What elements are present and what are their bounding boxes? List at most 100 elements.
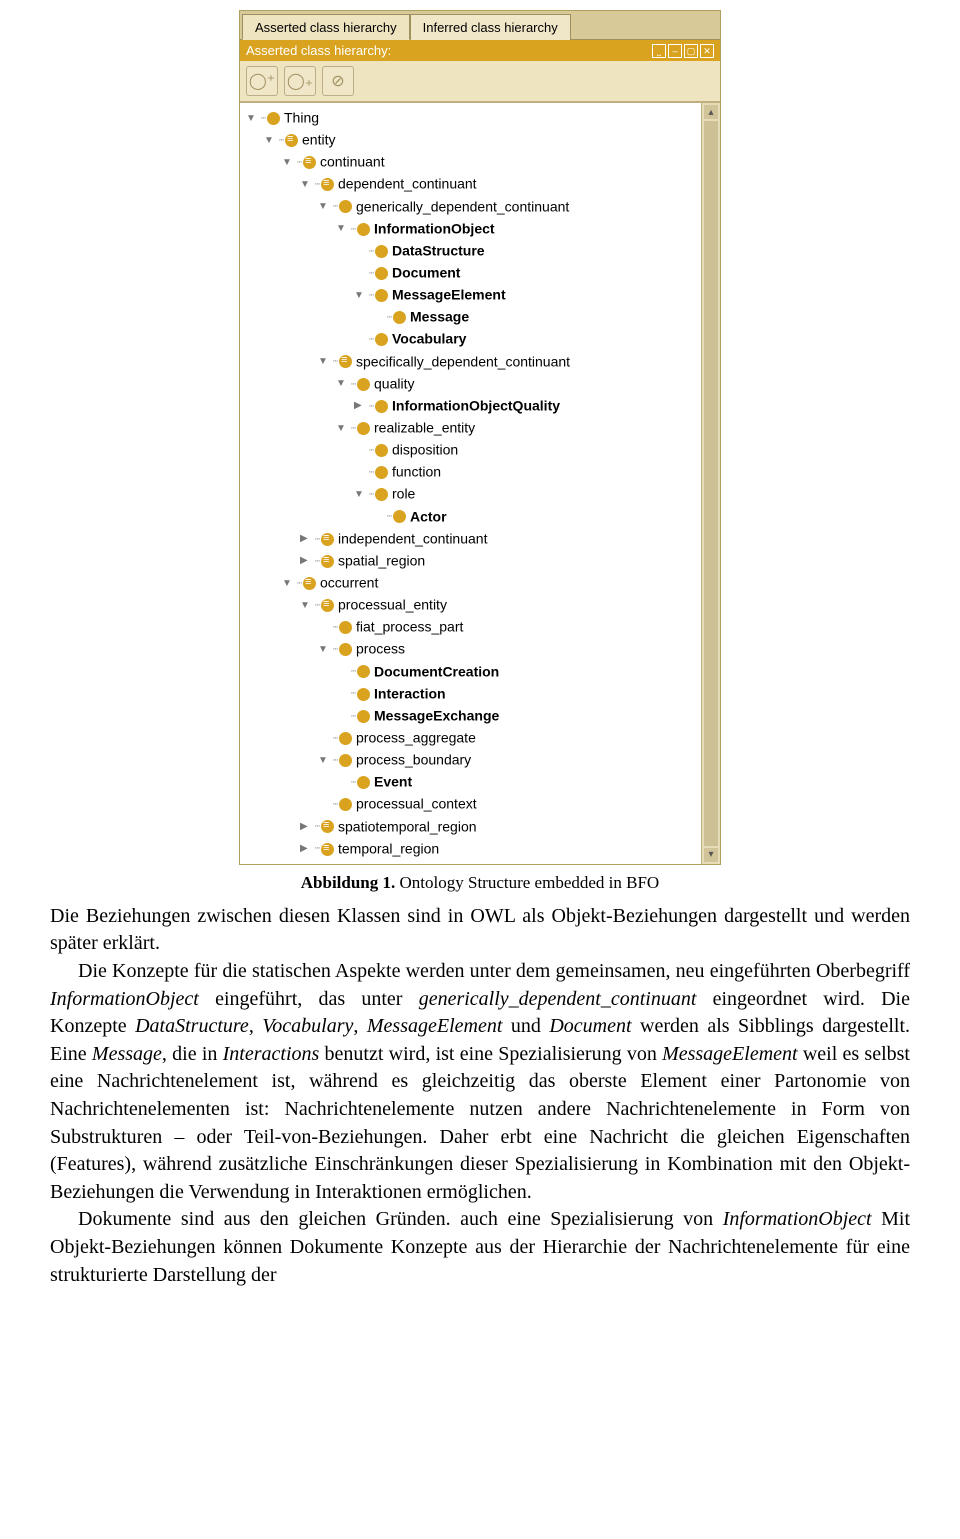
tree-node[interactable]: Interaction bbox=[374, 685, 446, 701]
chevron-down-icon[interactable]: ▼ bbox=[300, 598, 311, 614]
tree-node[interactable]: spatiotemporal_region bbox=[338, 818, 477, 834]
tree-node[interactable]: processual_context bbox=[356, 796, 477, 812]
chevron-down-icon[interactable]: ▼ bbox=[336, 376, 347, 392]
chevron-down-icon[interactable]: ▼ bbox=[336, 421, 347, 437]
class-icon bbox=[375, 400, 388, 413]
paragraph: Die Beziehungen zwischen diesen Klassen … bbox=[50, 903, 910, 958]
tree-node[interactable]: spatial_region bbox=[338, 552, 425, 568]
tree-node[interactable]: InformationObject bbox=[374, 220, 495, 236]
tree-wrap: ▼···Thing ▼···entity ▼···continuant ▼···… bbox=[240, 102, 720, 864]
tree-node[interactable]: DocumentCreation bbox=[374, 663, 499, 679]
tree-node[interactable]: disposition bbox=[392, 442, 458, 458]
add-subclass-button[interactable]: ◯⁺ bbox=[246, 66, 278, 96]
delete-class-button[interactable]: ⊘ bbox=[322, 66, 354, 96]
chevron-down-icon[interactable]: ▼ bbox=[336, 221, 347, 237]
chevron-down-icon[interactable]: ▼ bbox=[318, 354, 329, 370]
tree-node[interactable]: MessageElement bbox=[392, 287, 506, 303]
tree-node[interactable]: InformationObjectQuality bbox=[392, 397, 560, 413]
tree-node[interactable]: entity bbox=[302, 132, 335, 148]
defined-class-icon bbox=[321, 820, 334, 833]
chevron-down-icon[interactable]: ▼ bbox=[354, 288, 365, 304]
defined-class-icon bbox=[303, 156, 316, 169]
tree-node[interactable]: fiat_process_part bbox=[356, 619, 463, 635]
scroll-down-icon[interactable]: ▾ bbox=[704, 848, 718, 862]
panel-title: Asserted class hierarchy: bbox=[246, 43, 391, 58]
scroll-thumb[interactable] bbox=[704, 121, 718, 846]
tree-node[interactable]: process bbox=[356, 641, 405, 657]
tab-asserted[interactable]: Asserted class hierarchy bbox=[242, 14, 410, 40]
chevron-right-icon[interactable]: ▶ bbox=[300, 531, 311, 547]
chevron-down-icon[interactable]: ▼ bbox=[264, 133, 275, 149]
class-icon bbox=[339, 200, 352, 213]
win-pin-icon[interactable]: ⎵ bbox=[652, 44, 666, 58]
tree-node[interactable]: Event bbox=[374, 774, 412, 790]
tree-node[interactable]: function bbox=[392, 464, 441, 480]
tree-node[interactable]: Vocabulary bbox=[392, 331, 466, 347]
tree-node[interactable]: independent_continuant bbox=[338, 530, 487, 546]
chevron-down-icon[interactable]: ▼ bbox=[246, 111, 257, 127]
tree-node[interactable]: Document bbox=[392, 265, 460, 281]
scrollbar[interactable]: ▴ ▾ bbox=[701, 103, 720, 864]
chevron-down-icon[interactable]: ▼ bbox=[354, 487, 365, 503]
class-icon bbox=[375, 289, 388, 302]
add-sibling-button[interactable]: ◯₊ bbox=[284, 66, 316, 96]
tree-node[interactable]: process_aggregate bbox=[356, 729, 476, 745]
tabs-row: Asserted class hierarchy Inferred class … bbox=[240, 11, 720, 39]
tree-node[interactable]: specifically_dependent_continuant bbox=[356, 353, 570, 369]
defined-class-icon bbox=[321, 599, 334, 612]
chevron-right-icon[interactable]: ▶ bbox=[300, 819, 311, 835]
figure-caption: Abbildung 1. Ontology Structure embedded… bbox=[50, 873, 910, 893]
defined-class-icon bbox=[285, 134, 298, 147]
tree-node[interactable]: occurrent bbox=[320, 574, 378, 590]
tree-node[interactable]: Actor bbox=[410, 508, 447, 524]
win-close-icon[interactable]: ✕ bbox=[700, 44, 714, 58]
class-icon bbox=[339, 621, 352, 634]
class-icon bbox=[339, 732, 352, 745]
tab-inferred[interactable]: Inferred class hierarchy bbox=[410, 14, 571, 40]
chevron-down-icon[interactable]: ▼ bbox=[318, 199, 329, 215]
class-icon bbox=[375, 444, 388, 457]
chevron-right-icon[interactable]: ▶ bbox=[300, 553, 311, 569]
tree-node[interactable]: Thing bbox=[284, 110, 319, 126]
class-icon bbox=[339, 754, 352, 767]
tree-node[interactable]: generically_dependent_continuant bbox=[356, 198, 569, 214]
class-icon bbox=[357, 710, 370, 723]
body-text: Die Beziehungen zwischen diesen Klassen … bbox=[50, 903, 910, 1289]
chevron-right-icon[interactable]: ▶ bbox=[354, 398, 365, 414]
class-icon bbox=[375, 333, 388, 346]
class-tree[interactable]: ▼···Thing ▼···entity ▼···continuant ▼···… bbox=[240, 103, 701, 864]
class-icon bbox=[375, 245, 388, 258]
tree-node[interactable]: quality bbox=[374, 375, 414, 391]
paragraph: Die Konzepte für die statischen Aspekte … bbox=[50, 958, 910, 1206]
tree-node[interactable]: MessageExchange bbox=[374, 707, 499, 723]
tree-node[interactable]: realizable_entity bbox=[374, 419, 475, 435]
class-icon bbox=[339, 798, 352, 811]
win-min-icon[interactable]: – bbox=[668, 44, 682, 58]
paragraph: Dokumente sind aus den gleichen Gründen.… bbox=[50, 1206, 910, 1289]
tree-node[interactable]: DataStructure bbox=[392, 242, 485, 258]
chevron-down-icon[interactable]: ▼ bbox=[282, 576, 293, 592]
chevron-down-icon[interactable]: ▼ bbox=[318, 642, 329, 658]
caption-label: Abbildung 1. bbox=[301, 873, 396, 892]
chevron-down-icon[interactable]: ▼ bbox=[300, 177, 311, 193]
defined-class-icon bbox=[321, 178, 334, 191]
protege-panel: Asserted class hierarchy Inferred class … bbox=[239, 10, 721, 865]
tree-node[interactable]: continuant bbox=[320, 154, 385, 170]
scroll-up-icon[interactable]: ▴ bbox=[704, 105, 718, 119]
class-icon bbox=[357, 665, 370, 678]
chevron-right-icon[interactable]: ▶ bbox=[300, 841, 311, 857]
tree-node[interactable]: Message bbox=[410, 309, 469, 325]
toolbar: ◯⁺ ◯₊ ⊘ bbox=[240, 61, 720, 102]
tree-node[interactable]: temporal_region bbox=[338, 840, 439, 856]
defined-class-icon bbox=[321, 533, 334, 546]
tree-node[interactable]: process_boundary bbox=[356, 752, 471, 768]
class-icon bbox=[393, 510, 406, 523]
class-icon bbox=[357, 378, 370, 391]
chevron-down-icon[interactable]: ▼ bbox=[318, 753, 329, 769]
tree-node[interactable]: dependent_continuant bbox=[338, 176, 477, 192]
chevron-down-icon[interactable]: ▼ bbox=[282, 155, 293, 171]
tree-node[interactable]: role bbox=[392, 486, 415, 502]
class-icon bbox=[357, 223, 370, 236]
win-max-icon[interactable]: ▢ bbox=[684, 44, 698, 58]
tree-node[interactable]: processual_entity bbox=[338, 597, 447, 613]
